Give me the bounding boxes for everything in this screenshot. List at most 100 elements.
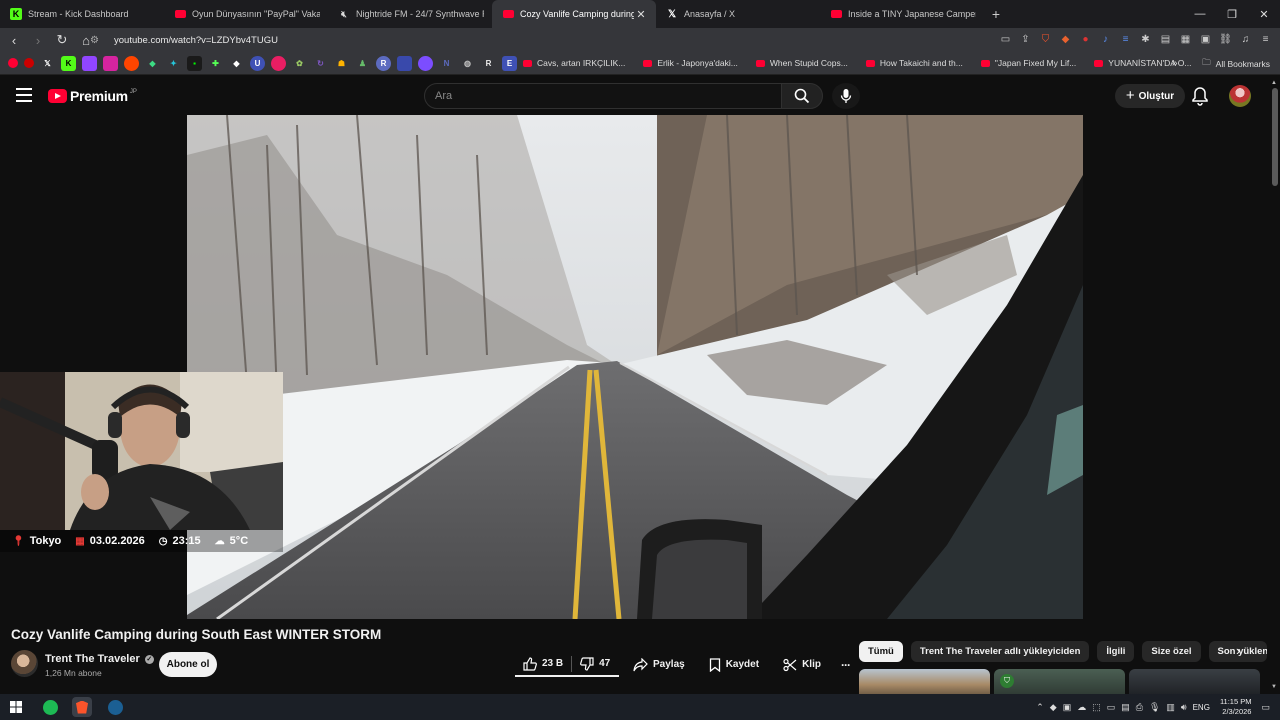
bookmark-icon[interactable]: ▪ <box>187 55 202 71</box>
youtube-logo[interactable]: Premium JP <box>48 88 137 104</box>
volume-icon[interactable]: 🔊︎ <box>1181 702 1187 713</box>
bookmark-globe-icon[interactable]: ◍ <box>460 56 475 71</box>
spotify-icon[interactable] <box>40 697 60 717</box>
page-scrollbar[interactable] <box>1272 88 1278 186</box>
bookmark-icon[interactable]: E <box>502 55 517 71</box>
bookmark-reddit-icon[interactable] <box>124 55 139 71</box>
minimize-icon[interactable]: — <box>1184 0 1216 28</box>
share-button[interactable]: Paylaş <box>633 652 685 677</box>
network-icon[interactable]: ▥ <box>1166 702 1175 713</box>
tray-app-icon[interactable]: ▭ <box>1107 702 1116 713</box>
brave-shield-icon[interactable]: ⛉ <box>1037 31 1054 48</box>
close-window-icon[interactable]: ✕ <box>1248 0 1280 28</box>
bookmark-icon[interactable]: ✚ <box>208 56 223 71</box>
video-thumbnail[interactable] <box>1129 669 1260 695</box>
bookmark-kick-icon[interactable]: K <box>61 55 76 71</box>
link-icon[interactable]: ⛓ <box>1217 31 1234 48</box>
cast-icon[interactable]: ▭ <box>997 31 1014 48</box>
video-thumbnail[interactable] <box>859 669 990 695</box>
tray-app-icon[interactable]: ▣ <box>1063 702 1072 713</box>
restore-icon[interactable]: ❐ <box>1216 0 1248 28</box>
tray-app-icon[interactable]: ◆ <box>1050 702 1057 713</box>
bookmark-icon[interactable] <box>418 55 433 71</box>
notifications-icon[interactable]: ▭ <box>1261 702 1270 713</box>
clip-button[interactable]: Klip <box>783 652 821 677</box>
media-icon[interactable]: ♫ <box>1237 31 1254 48</box>
account-avatar[interactable] <box>1229 85 1251 107</box>
tray-app-icon[interactable]: ⎙ <box>1136 702 1143 713</box>
bookmark-twitch-icon[interactable] <box>82 55 97 71</box>
hamburger-menu-icon[interactable] <box>16 88 32 102</box>
bookmark-icon[interactable]: R <box>376 55 391 71</box>
chip-all[interactable]: Tümü <box>859 640 903 662</box>
browser-tab[interactable]: K Stream - Kick Dashboard <box>0 0 164 28</box>
reading-list-icon[interactable]: ▦ <box>1177 31 1194 48</box>
menu-icon[interactable]: ≡ <box>1257 31 1274 48</box>
language-indicator[interactable]: ENG <box>1193 703 1210 712</box>
voice-search-button[interactable] <box>832 83 860 109</box>
chip-related[interactable]: İlgili <box>1097 640 1135 662</box>
tray-app-icon[interactable]: 🎙︎ <box>1149 702 1160 713</box>
tray-overflow-icon[interactable]: ⌃ <box>1036 702 1044 713</box>
tray-app-icon[interactable]: ☁ <box>1077 702 1086 713</box>
bookmark-icon[interactable]: U <box>250 55 265 71</box>
bookmark-icon[interactable]: R <box>481 56 496 71</box>
bookmark-x-icon[interactable]: 𝕏 <box>40 56 55 71</box>
steam-icon[interactable] <box>105 697 125 717</box>
save-button[interactable]: Kaydet <box>709 652 759 677</box>
tray-app-icon[interactable]: ▤ <box>1121 702 1130 713</box>
video-thumbnail[interactable]: ⛉ <box>994 669 1125 695</box>
channel-name[interactable]: Trent The Traveler ✓ <box>45 653 154 665</box>
bookmark-youtube-icon[interactable] <box>24 58 34 68</box>
wallet-icon[interactable]: ▣ <box>1197 31 1214 48</box>
chip-for-you[interactable]: Size özel <box>1142 640 1201 662</box>
browser-tab-active[interactable]: Cozy Vanlife Camping during So ✕ <box>492 0 656 28</box>
chips-next-arrow-icon[interactable]: › <box>1236 643 1240 658</box>
forward-icon[interactable]: › <box>28 30 48 50</box>
bookmark-icon[interactable]: ↻ <box>313 56 328 71</box>
bookmark-icon[interactable]: ☗ <box>334 56 349 71</box>
bookmark-icon[interactable]: N <box>439 56 454 71</box>
bookmark-icon[interactable]: ♟ <box>355 56 370 71</box>
extension-icon[interactable]: ♪ <box>1097 31 1114 48</box>
video-player[interactable] <box>187 115 1083 619</box>
windows-start-icon[interactable] <box>6 697 26 717</box>
search-input[interactable]: Ara <box>424 83 782 109</box>
mute-icon[interactable]: 🔇︎ <box>338 8 350 20</box>
create-button[interactable]: + Oluştur <box>1115 84 1185 108</box>
all-bookmarks-button[interactable]: 🗀︎ All Bookmarks <box>1202 52 1270 75</box>
search-button[interactable] <box>781 83 823 109</box>
close-tab-icon[interactable]: ✕ <box>634 8 648 21</box>
browser-tab[interactable]: 🔇︎ Nightride FM - 24/7 Synthwave R <box>328 0 492 28</box>
bookmark-item[interactable]: When Stupid Cops... <box>755 58 848 68</box>
sidebar-icon[interactable]: ▤ <box>1157 31 1174 48</box>
extensions-puzzle-icon[interactable]: ✱ <box>1137 31 1154 48</box>
share-page-icon[interactable]: ⇪ <box>1017 31 1034 48</box>
brave-browser-icon[interactable] <box>72 697 92 717</box>
bookmark-icon[interactable] <box>397 55 412 71</box>
like-button[interactable]: 23 B <box>523 651 563 676</box>
browser-tab[interactable]: 𝕏 Anasayfa / X <box>656 0 820 28</box>
new-tab-button[interactable]: + <box>984 0 1008 28</box>
subscribe-button[interactable]: Abone ol <box>159 652 217 677</box>
extension-icon[interactable]: ◆ <box>1057 31 1074 48</box>
bookmark-item[interactable]: How Takaichi and th... <box>865 58 963 68</box>
bookmark-item[interactable]: Cavs, artan IRKÇILIK... <box>523 58 625 68</box>
bookmark-youtube-icon[interactable] <box>8 58 18 68</box>
dislike-button[interactable]: 47 <box>580 651 610 676</box>
site-info-icon[interactable]: ⚙ <box>90 35 106 46</box>
scroll-down-arrow[interactable]: ▼ <box>1271 684 1277 690</box>
browser-tab[interactable]: Inside a TINY Japanese Camper Van <box>820 0 984 28</box>
notifications-bell-icon[interactable] <box>1191 86 1209 106</box>
browser-tab[interactable]: Oyun Dünyasının "PayPal" Vakası: Kap <box>164 0 328 28</box>
bookmark-instagram-icon[interactable] <box>103 55 118 71</box>
more-actions-button[interactable]: ··· <box>841 652 851 677</box>
address-bar[interactable]: ⚙ youtube.com/watch?v=LZDYbv4TUGU <box>90 30 960 50</box>
extension-icon[interactable]: ● <box>1077 31 1094 48</box>
extension-icon[interactable]: ≡ <box>1117 31 1134 48</box>
bookmark-icon[interactable]: ✦ <box>166 56 181 71</box>
scroll-up-arrow[interactable]: ▲ <box>1271 80 1277 86</box>
bookmark-icon[interactable] <box>271 55 286 71</box>
chip-from-uploader[interactable]: Trent The Traveler adlı yükleyiciden <box>910 640 1090 662</box>
reload-icon[interactable]: ↻ <box>52 30 72 50</box>
